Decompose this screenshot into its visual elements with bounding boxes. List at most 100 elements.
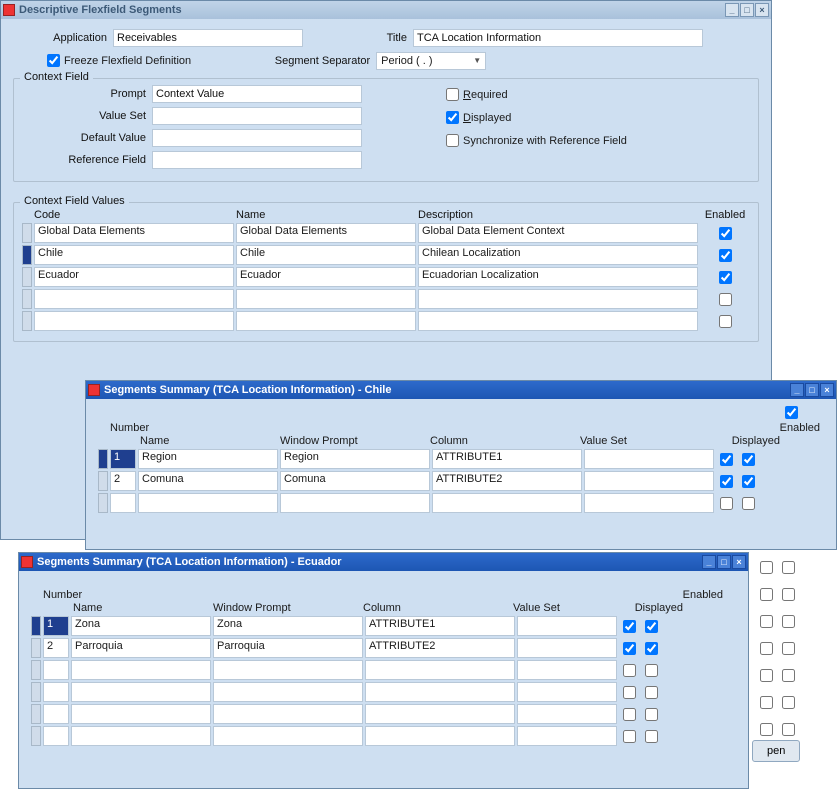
prompt-cell[interactable]: Zona	[213, 616, 363, 636]
valueset-input[interactable]	[152, 107, 362, 125]
parent-chk[interactable]	[782, 669, 795, 682]
default-input[interactable]	[152, 129, 362, 147]
segment-row[interactable]: 2 Parroquia Parroquia ATTRIBUTE2	[31, 638, 736, 658]
column-cell[interactable]	[365, 704, 515, 724]
parent-chk[interactable]	[760, 669, 773, 682]
row-marker[interactable]	[31, 660, 41, 680]
enabled-checkbox[interactable]	[645, 642, 658, 655]
name-cell[interactable]: Zona	[71, 616, 211, 636]
context-value-row[interactable]	[22, 311, 750, 331]
parent-chk[interactable]	[760, 615, 773, 628]
enabled-checkbox[interactable]	[719, 293, 732, 306]
sync-checkbox[interactable]	[446, 134, 459, 147]
parent-chk[interactable]	[760, 723, 773, 736]
enabled-checkbox[interactable]	[742, 497, 755, 510]
displayed-checkbox[interactable]	[623, 730, 636, 743]
displayed-checkbox[interactable]	[623, 686, 636, 699]
enabled-checkbox[interactable]	[719, 249, 732, 262]
code-cell[interactable]: Ecuador	[34, 267, 234, 287]
number-cell[interactable]	[43, 704, 69, 724]
displayed-checkbox[interactable]	[720, 497, 733, 510]
valueset-cell[interactable]	[517, 638, 617, 658]
parent-chk[interactable]	[782, 588, 795, 601]
parent-chk[interactable]	[760, 561, 773, 574]
column-cell[interactable]: ATTRIBUTE2	[432, 471, 582, 491]
desc-cell[interactable]: Chilean Localization	[418, 245, 698, 265]
separator-select[interactable]: Period ( . ) ▼	[376, 52, 486, 70]
number-cell[interactable]: 2	[43, 638, 69, 658]
prompt-cell[interactable]	[280, 493, 430, 513]
column-cell[interactable]: ATTRIBUTE1	[432, 449, 582, 469]
column-cell[interactable]	[365, 682, 515, 702]
prompt-cell[interactable]: Comuna	[280, 471, 430, 491]
parent-chk[interactable]	[782, 615, 795, 628]
displayed-checkbox[interactable]	[446, 111, 459, 124]
desc-cell[interactable]: Global Data Element Context	[418, 223, 698, 243]
row-marker[interactable]	[98, 449, 108, 469]
code-cell[interactable]: Chile	[34, 245, 234, 265]
segment-row[interactable]	[31, 660, 736, 680]
chile-top-checkbox[interactable]	[785, 406, 798, 419]
valueset-cell[interactable]	[517, 682, 617, 702]
row-marker[interactable]	[31, 682, 41, 702]
column-cell[interactable]: ATTRIBUTE1	[365, 616, 515, 636]
name-cell[interactable]: Parroquia	[71, 638, 211, 658]
context-value-row[interactable]: Chile Chile Chilean Localization	[22, 245, 750, 265]
valueset-cell[interactable]	[517, 616, 617, 636]
valueset-cell[interactable]	[584, 493, 714, 513]
parent-chk[interactable]	[760, 588, 773, 601]
enabled-checkbox[interactable]	[645, 730, 658, 743]
number-cell[interactable]	[43, 682, 69, 702]
parent-chk[interactable]	[760, 696, 773, 709]
row-marker[interactable]	[31, 638, 41, 658]
number-cell[interactable]: 2	[110, 471, 136, 491]
name-cell[interactable]	[236, 311, 416, 331]
enabled-checkbox[interactable]	[645, 708, 658, 721]
name-cell[interactable]: Global Data Elements	[236, 223, 416, 243]
parent-chk[interactable]	[782, 696, 795, 709]
parent-chk[interactable]	[782, 642, 795, 655]
prompt-cell[interactable]	[213, 704, 363, 724]
code-cell[interactable]	[34, 311, 234, 331]
prompt-cell[interactable]: Parroquia	[213, 638, 363, 658]
number-cell[interactable]	[110, 493, 136, 513]
row-marker[interactable]	[31, 616, 41, 636]
column-cell[interactable]	[432, 493, 582, 513]
displayed-checkbox[interactable]	[623, 642, 636, 655]
row-marker[interactable]	[22, 289, 32, 309]
prompt-cell[interactable]	[213, 682, 363, 702]
prompt-cell[interactable]	[213, 660, 363, 680]
number-cell[interactable]: 1	[43, 616, 69, 636]
ecuador-close[interactable]: ×	[732, 555, 746, 569]
segment-row[interactable]	[31, 726, 736, 746]
name-cell[interactable]	[71, 682, 211, 702]
desc-cell[interactable]: Ecuadorian Localization	[418, 267, 698, 287]
row-marker[interactable]	[31, 704, 41, 724]
displayed-checkbox[interactable]	[720, 475, 733, 488]
column-cell[interactable]	[365, 660, 515, 680]
row-marker[interactable]	[22, 267, 32, 287]
valueset-cell[interactable]	[517, 726, 617, 746]
desc-cell[interactable]	[418, 289, 698, 309]
name-cell[interactable]: Region	[138, 449, 278, 469]
maximize-button[interactable]: □	[740, 3, 754, 17]
parent-chk[interactable]	[760, 642, 773, 655]
number-cell[interactable]: 1	[110, 449, 136, 469]
displayed-checkbox[interactable]	[623, 708, 636, 721]
displayed-checkbox[interactable]	[623, 664, 636, 677]
context-value-row[interactable]: Ecuador Ecuador Ecuadorian Localization	[22, 267, 750, 287]
enabled-checkbox[interactable]	[742, 453, 755, 466]
row-marker[interactable]	[31, 726, 41, 746]
parent-chk[interactable]	[782, 723, 795, 736]
chile-close[interactable]: ×	[820, 383, 834, 397]
row-marker[interactable]	[22, 223, 32, 243]
column-cell[interactable]: ATTRIBUTE2	[365, 638, 515, 658]
application-input[interactable]	[113, 29, 303, 47]
segment-row[interactable]: 1 Zona Zona ATTRIBUTE1	[31, 616, 736, 636]
reference-input[interactable]	[152, 151, 362, 169]
title-input[interactable]	[413, 29, 703, 47]
code-cell[interactable]	[34, 289, 234, 309]
enabled-checkbox[interactable]	[719, 227, 732, 240]
context-value-row[interactable]: Global Data Elements Global Data Element…	[22, 223, 750, 243]
number-cell[interactable]	[43, 726, 69, 746]
